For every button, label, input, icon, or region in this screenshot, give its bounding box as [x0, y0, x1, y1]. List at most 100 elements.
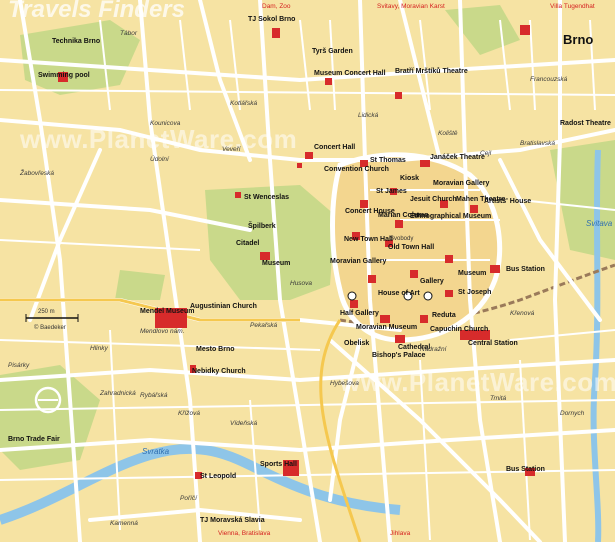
street-francouzska: Francouzská [530, 76, 568, 83]
edge-label-jihlava: Jihlava [390, 530, 411, 537]
poi-trade-fair-label: Brno Trade Fair [8, 436, 60, 443]
scale-label: 250 m [38, 309, 55, 315]
poi-bratri-label: Bratří Mrštíků Theatre [395, 68, 468, 75]
poi-radost-label: Radost Theatre [560, 120, 611, 127]
poi-sokol-mark [272, 28, 280, 38]
poi-concert-house-mark [360, 200, 368, 208]
poi-janacek-label: Janáček Theatre [430, 154, 485, 161]
street-kounicova: Kounicova [150, 120, 181, 127]
street-zabovresky: Žabovřeská [20, 170, 54, 177]
poi-spilberk-label: Špilberk [248, 223, 276, 230]
street-cejl: Cejl [480, 150, 492, 157]
poi-tj-moravska-label: TJ Moravská Slavia [200, 517, 265, 524]
poi-half-mark [350, 300, 358, 308]
poi-marian-mark [395, 220, 403, 228]
poi-sports-hall-label: Sports Hall [260, 461, 297, 468]
poi-technika-label: Technika Brno [52, 38, 101, 45]
street-koliste: Koliště [438, 130, 458, 137]
poi-tyrs-label: Tyrš Garden [312, 48, 353, 55]
poi-bratri-mark [395, 92, 402, 99]
poi-old-town-hall-label: Old Town Hall [388, 244, 435, 251]
street-videnska: Vídeňská [230, 420, 258, 427]
poi-jesuit-label: Jesuit Church [410, 196, 457, 203]
poi-sokol-label: TJ Sokol Brno [248, 16, 296, 23]
poi-convention-label: Convention Church [324, 166, 389, 173]
poi-concert-mark [305, 152, 313, 159]
poi-artists-label: Artists' House [484, 198, 532, 205]
street-pisarky: Pisárky [8, 362, 30, 369]
poi-ethnographical-label: Ethnographical Museum [410, 213, 492, 220]
poi-bus-mark [490, 265, 500, 273]
street-bratislavska: Bratislavská [520, 140, 556, 147]
mendel-park [115, 270, 165, 300]
street-lidicka: Lidická [358, 112, 379, 119]
edge-label-dam-zoo: Dam, Zoo [262, 3, 291, 10]
street-nadrazni: Nádražní [420, 346, 447, 353]
poi-nebidky-label: Nebidky Church [192, 368, 246, 375]
street-pekarska: Pekařská [250, 322, 278, 329]
poi-artists-mark [470, 205, 478, 213]
poi-kiosk-label: Kiosk [400, 175, 420, 182]
poi-museum-east-mark [445, 255, 453, 263]
edge-label-vienna: Vienna, Bratislava [218, 530, 271, 537]
street-udolni: Údolní [150, 156, 169, 163]
edge-label-villa: Villa Tugendhat [550, 3, 595, 10]
street-kotlarska: Kotlářská [230, 100, 258, 107]
poi-swimming-label: Swimming pool [38, 72, 90, 79]
credit-label: © Baedeker [34, 325, 66, 331]
poi-capuchin-mark [420, 315, 428, 323]
poi-houseart-mark [368, 275, 376, 283]
poi-gallery-mark [410, 270, 418, 278]
street-husova: Husova [290, 280, 313, 287]
site-watermark-top: www.PlanetWare.com [20, 124, 298, 154]
poi-central-station-label: Central Station [468, 340, 518, 347]
poi-convention-mark [297, 163, 302, 168]
poi-citadel-mark [260, 252, 270, 260]
poi-wenceslas-label: St Wenceslas [244, 194, 290, 201]
street-hybesova: Hybešova [330, 380, 359, 387]
poi-house-of-art-label: House of Art [378, 290, 420, 297]
poi-new-town-hall-label: New Town Hall [344, 236, 393, 243]
poi-thomas-label: St Thomas [370, 157, 406, 164]
poi-museum-concert-label: Museum Concert Hall [314, 70, 386, 77]
poi-ne-mark [520, 25, 530, 35]
street-rybarska: Rybářská [140, 392, 168, 399]
poi-mendel-label: Mendel Museum [140, 308, 195, 315]
poi-mesto-label: Mesto Brno [196, 346, 235, 353]
poi-bus-south-label: Bus Station [506, 466, 545, 473]
poi-st-joseph-label: St Joseph [458, 289, 492, 296]
city-name: Brno [563, 32, 594, 47]
river-svitava-label: Svitava [586, 219, 613, 228]
poi-svobody-label: Svobody [390, 236, 414, 242]
poi-janacek-mark [420, 160, 430, 167]
poi-cathedral-mark [395, 335, 405, 343]
edge-label-svitavy: Svitavy, Moravian Karst [377, 3, 445, 10]
street-veveri: Veveří [222, 146, 241, 153]
street-trnita: Trnitá [490, 395, 507, 402]
poi-moravian-museum-mark [380, 315, 390, 323]
poi-reduta-label: Reduta [432, 312, 456, 319]
poi-citadel-label: Citadel [236, 240, 260, 247]
poi-wenceslas-mark [235, 192, 241, 198]
poi-half-gallery-label: Half Gallery [340, 310, 379, 317]
street-porici: Poříčí [180, 495, 197, 502]
street-hlinky: Hlinky [90, 345, 108, 352]
street-kriva: Křenová [510, 310, 535, 317]
site-watermark-bottom: www.PlanetWare.com [340, 367, 615, 397]
street-zahradnicka: Zahradnická [100, 390, 136, 397]
poi-joseph-mark [445, 290, 453, 297]
street-krizova: Křížová [178, 410, 201, 417]
poi-museum-east-label: Museum [458, 270, 487, 277]
poi-museum-spilberk-label: Museum [262, 260, 291, 267]
poi-st-leopold-label: St Leopold [200, 473, 237, 480]
poi-concert-label: Concert Hall [314, 144, 356, 151]
poi-redut-gallery-label: Moravian Gallery [330, 258, 387, 265]
street-mendlovo: Mendlovo nám. [140, 328, 185, 335]
poi-bus-station-label: Bus Station [506, 266, 545, 273]
poi-gallery-label: Gallery [420, 278, 444, 285]
street-tabor: Tábor [120, 30, 137, 37]
city-map[interactable]: Travels Finders www.PlanetWare.com www.P… [0, 0, 615, 542]
poi-museum-mark [325, 78, 332, 85]
poi-moravian-museum-label: Moravian Museum [356, 324, 418, 331]
logo-watermark: Travels Finders [8, 0, 185, 23]
